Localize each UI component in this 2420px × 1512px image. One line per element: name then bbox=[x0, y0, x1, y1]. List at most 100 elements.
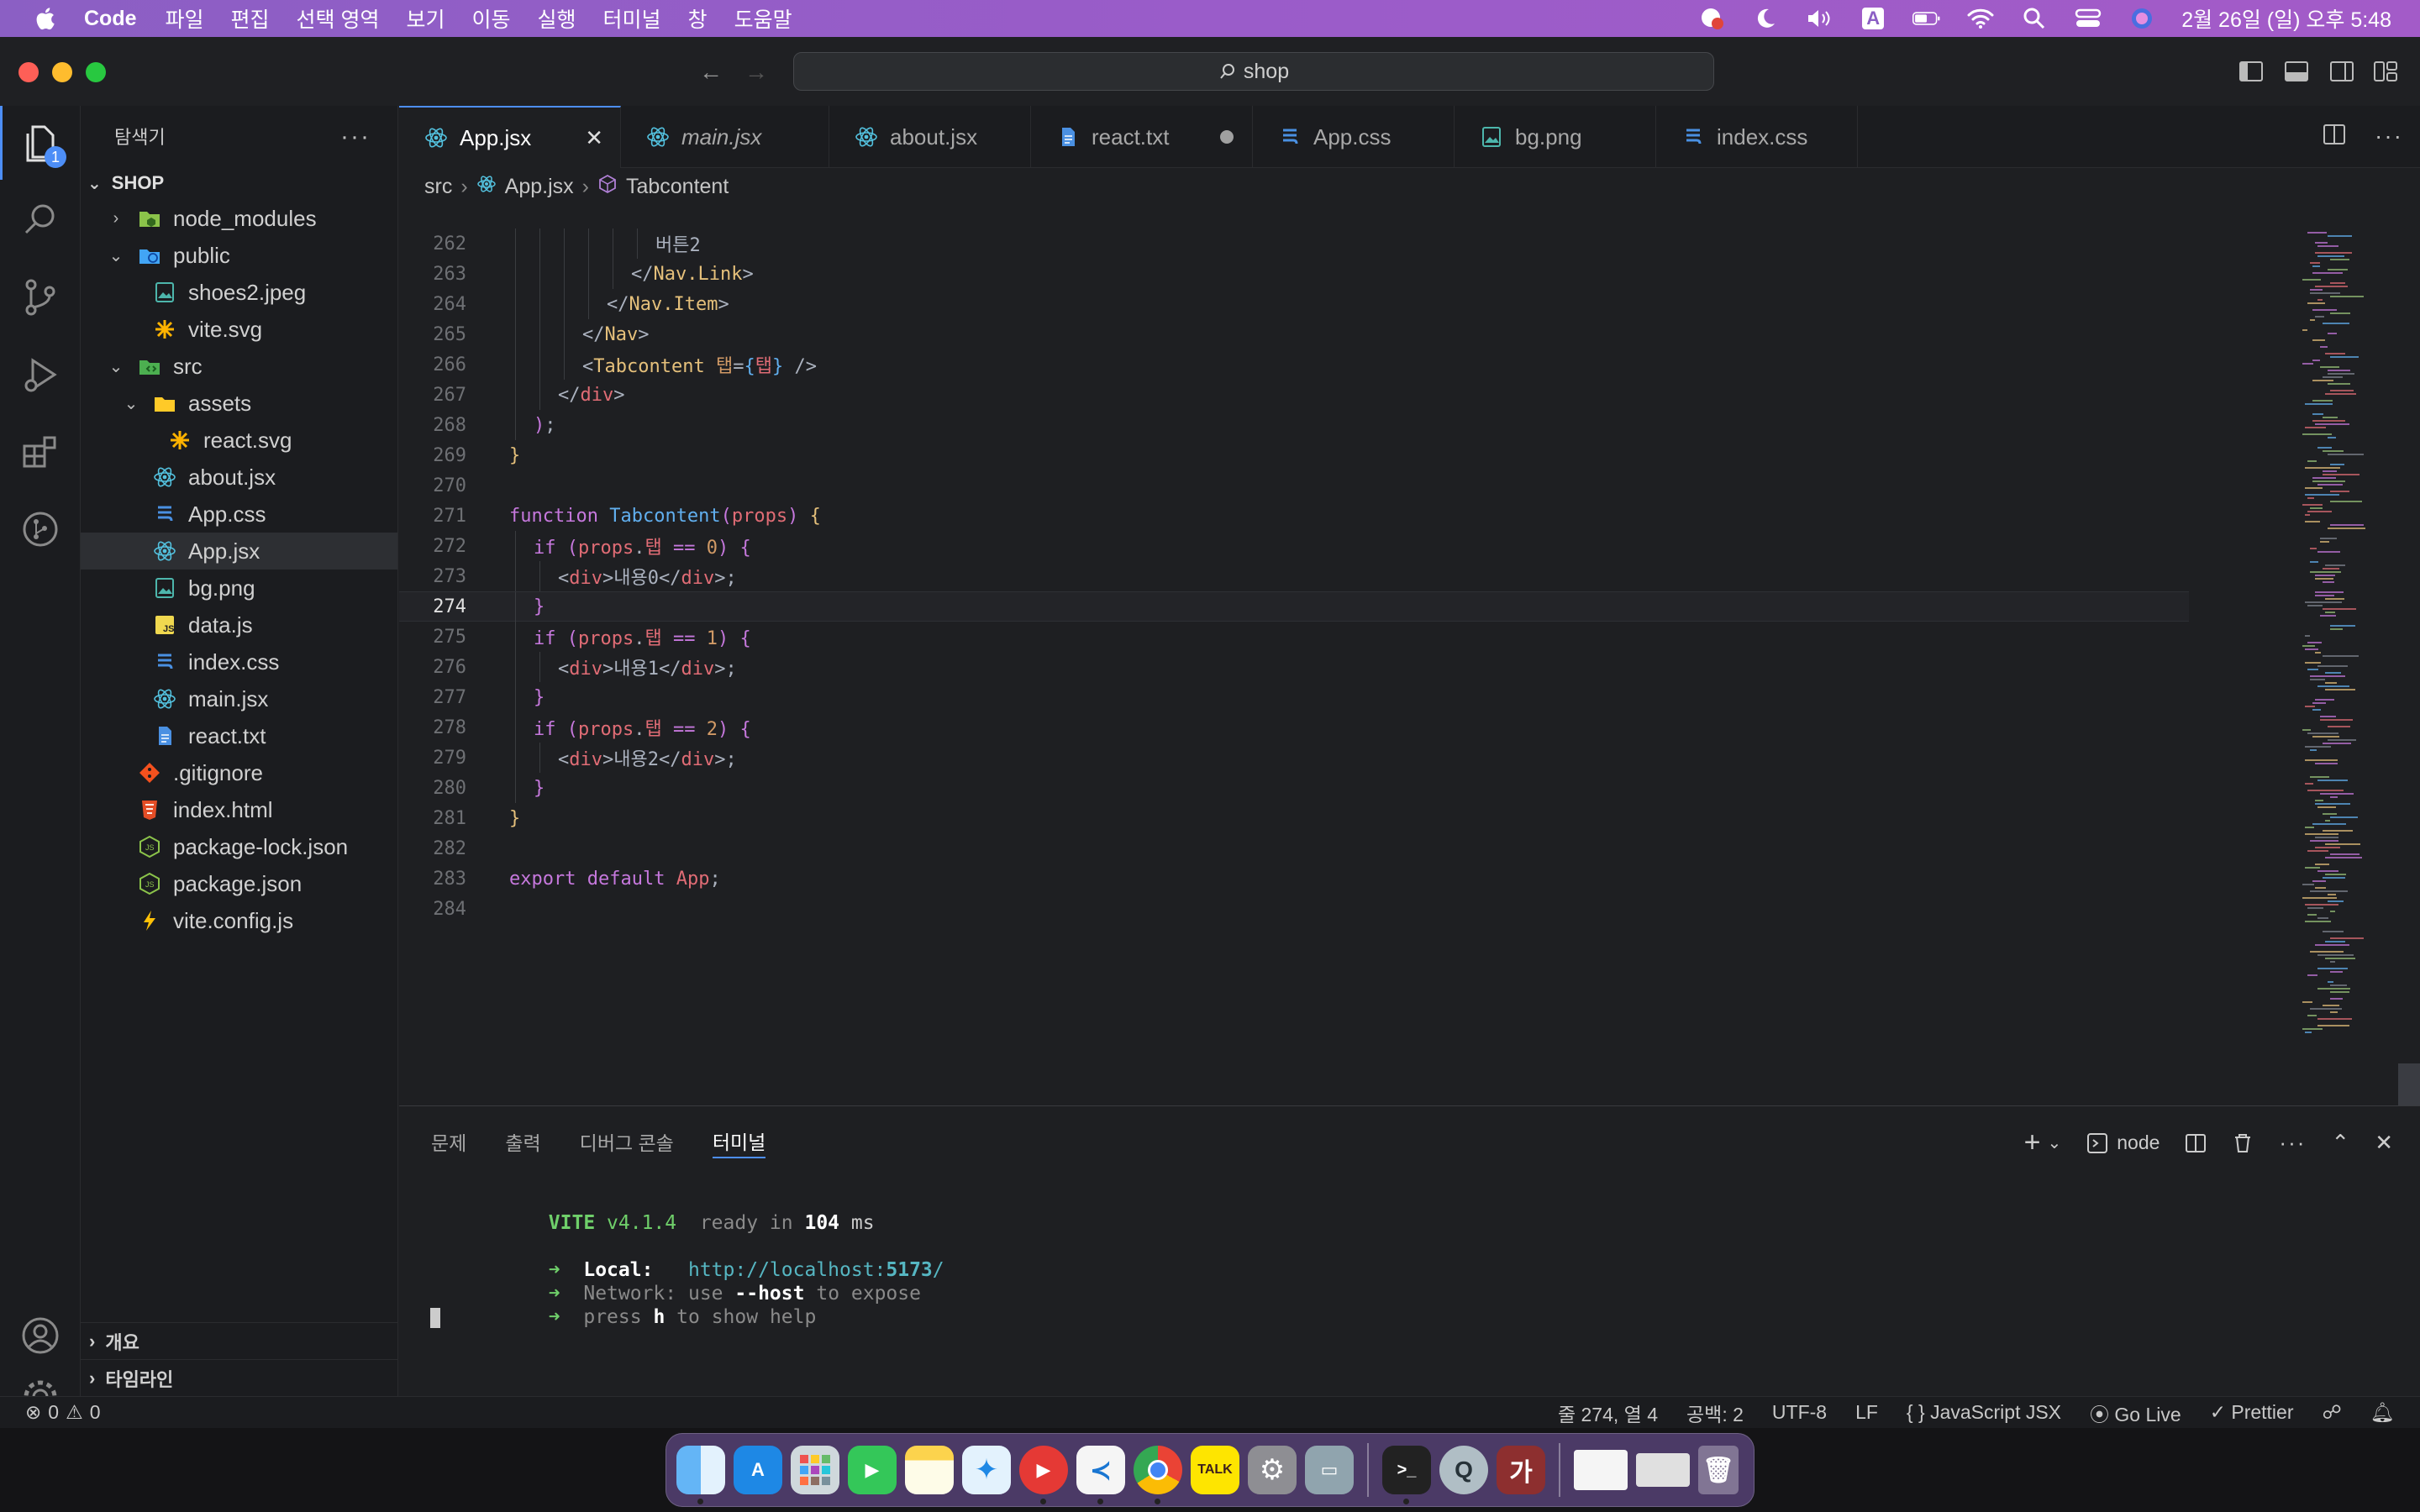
menu-view[interactable]: 보기 bbox=[406, 3, 445, 34]
tree-file[interactable]: .gitignore bbox=[81, 754, 397, 791]
siri-icon[interactable] bbox=[2128, 6, 2156, 31]
unsaved-dot-icon[interactable] bbox=[1220, 130, 1234, 144]
code-line[interactable]: 266 <Tabcontent 탭={탭} /> bbox=[399, 349, 2189, 380]
extensions-activity[interactable] bbox=[0, 415, 81, 489]
breadcrumb-symbol[interactable]: Tabcontent bbox=[626, 175, 729, 199]
quicktime-dock-icon[interactable]: Q bbox=[1439, 1446, 1488, 1494]
code-line[interactable]: 267 </div> bbox=[399, 380, 2189, 410]
notifications-bell-icon[interactable]: 🔔︎ bbox=[2370, 1401, 2395, 1424]
volume-icon[interactable] bbox=[1805, 6, 1833, 31]
app-store-dock-icon[interactable]: A bbox=[734, 1446, 782, 1494]
tree-file[interactable]: about.jsx bbox=[81, 459, 397, 496]
more-actions-icon[interactable]: ··· bbox=[2375, 123, 2403, 150]
toggle-primary-sidebar-icon[interactable] bbox=[2238, 60, 2264, 82]
problems-status[interactable]: ⊗ 0 ⚠ 0 bbox=[25, 1401, 101, 1424]
code-editor[interactable]: 262 버튼2 263 </Nav.Link> 264 </Nav.Item> 265 </N… bbox=[399, 228, 2189, 1105]
tree-file[interactable]: react.svg bbox=[81, 422, 397, 459]
new-terminal-icon[interactable]: + bbox=[2024, 1126, 2041, 1159]
menu-edit[interactable]: 편집 bbox=[231, 3, 270, 34]
encoding[interactable]: UTF-8 bbox=[1772, 1401, 1827, 1424]
battery-icon[interactable] bbox=[1912, 6, 1941, 31]
breadcrumb-file[interactable]: App.jsx bbox=[505, 175, 574, 199]
close-panel-icon[interactable]: ✕ bbox=[2375, 1130, 2393, 1156]
menu-go[interactable]: 이동 bbox=[472, 3, 511, 34]
toggle-panel-icon[interactable] bbox=[2284, 60, 2309, 82]
minimap[interactable] bbox=[2286, 228, 2403, 1068]
tree-file[interactable]: vite.config.js bbox=[81, 902, 397, 939]
tab-output[interactable]: 출력 bbox=[505, 1125, 540, 1158]
launchpad-dock-icon[interactable] bbox=[791, 1446, 839, 1494]
forward-arrow-icon[interactable]: → bbox=[744, 59, 768, 86]
local-url[interactable]: http://localhost:5173/ bbox=[688, 1259, 944, 1281]
more-actions-icon[interactable]: ··· bbox=[340, 123, 371, 151]
close-window-button[interactable] bbox=[18, 62, 39, 82]
code-line[interactable]: 278 if (props.탭 == 2) { bbox=[399, 712, 2189, 743]
editor-tab[interactable]: App.jsx ✕ bbox=[399, 106, 621, 168]
code-line[interactable]: 264 </Nav.Item> bbox=[399, 289, 2189, 319]
youtube-dock-icon[interactable]: ▶ bbox=[1019, 1446, 1068, 1504]
minimize-window-button[interactable] bbox=[52, 62, 72, 82]
control-center-icon[interactable] bbox=[2074, 6, 2102, 31]
tree-file[interactable]: bg.png bbox=[81, 570, 397, 606]
code-line[interactable]: 273 <div>내용0</div>; bbox=[399, 561, 2189, 591]
code-line[interactable]: 263 </Nav.Link> bbox=[399, 259, 2189, 289]
tree-file[interactable]: App.css bbox=[81, 496, 397, 533]
terminal-profile[interactable]: node bbox=[2086, 1131, 2160, 1154]
search-activity[interactable] bbox=[0, 183, 81, 257]
editor-tab[interactable]: App.css bbox=[1253, 106, 1455, 168]
accounts-activity[interactable] bbox=[0, 1299, 81, 1373]
code-line[interactable]: 262 버튼2 bbox=[399, 228, 2189, 259]
code-line[interactable]: 282 bbox=[399, 833, 2189, 864]
split-terminal-icon[interactable] bbox=[2185, 1132, 2207, 1154]
kakaotalk-dock-icon[interactable]: TALK bbox=[1191, 1446, 1239, 1494]
prettier[interactable]: ✓ Prettier bbox=[2210, 1401, 2294, 1424]
editor-tab[interactable]: main.jsx bbox=[621, 106, 829, 168]
outline-section-header[interactable]: › 개요 bbox=[81, 1322, 398, 1359]
tab-terminal[interactable]: 터미널 bbox=[712, 1125, 766, 1158]
tab-problems[interactable]: 문제 bbox=[431, 1125, 466, 1158]
code-line[interactable]: 270 bbox=[399, 470, 2189, 501]
tree-folder[interactable]: ⌄ assets bbox=[81, 385, 397, 422]
tree-file[interactable]: JS package.json bbox=[81, 865, 397, 902]
editor-tab[interactable]: about.jsx bbox=[829, 106, 1031, 168]
breadcrumb-folder[interactable]: src bbox=[424, 175, 452, 199]
terminal-output[interactable]: VITE v4.1.4 ready in 104 ms ➜ Local: htt… bbox=[399, 1177, 2420, 1331]
spotlight-icon[interactable] bbox=[2020, 6, 2049, 31]
menu-run[interactable]: 실행 bbox=[538, 3, 576, 34]
chrome-dock-icon[interactable] bbox=[1134, 1446, 1182, 1504]
remote-desktop-dock-icon[interactable]: ▭ bbox=[1305, 1446, 1354, 1494]
zoom-window-button[interactable] bbox=[86, 62, 106, 82]
tree-file[interactable]: index.html bbox=[81, 791, 397, 828]
finder-dock-icon[interactable] bbox=[676, 1446, 725, 1504]
tree-file[interactable]: vite.svg bbox=[81, 311, 397, 348]
apple-logo-icon[interactable] bbox=[34, 6, 55, 31]
code-line[interactable]: 283 export default App; bbox=[399, 864, 2189, 894]
back-arrow-icon[interactable]: ← bbox=[699, 59, 723, 86]
menu-terminal[interactable]: 터미널 bbox=[603, 3, 661, 34]
menubar-clock[interactable]: 2월 26일 (일) 오후 5:48 bbox=[2181, 3, 2391, 34]
dictionary-dock-icon[interactable]: 가 bbox=[1497, 1446, 1545, 1494]
minimized-window-thumbnail[interactable] bbox=[1574, 1450, 1628, 1490]
moon-icon[interactable] bbox=[1751, 6, 1780, 31]
more-actions-icon[interactable]: ··· bbox=[2279, 1130, 2306, 1156]
code-line[interactable]: 272 if (props.탭 == 0) { bbox=[399, 531, 2189, 561]
tree-file[interactable]: shoes2.jpeg bbox=[81, 274, 397, 311]
menu-window[interactable]: 창 bbox=[688, 3, 708, 34]
timeline-section-header[interactable]: › 타임라인 bbox=[81, 1359, 398, 1396]
language-mode[interactable]: { } JavaScript JSX bbox=[1907, 1401, 2061, 1424]
customize-layout-icon[interactable] bbox=[2373, 60, 2398, 82]
tree-file[interactable]: main.jsx bbox=[81, 680, 397, 717]
tree-file[interactable]: App.jsx bbox=[81, 533, 397, 570]
close-tab-icon[interactable]: ✕ bbox=[585, 125, 603, 151]
code-line[interactable]: 279 <div>내용2</div>; bbox=[399, 743, 2189, 773]
vscode-dock-icon[interactable]: ≺ bbox=[1076, 1446, 1125, 1504]
source-control-activity[interactable] bbox=[0, 260, 81, 334]
toggle-secondary-sidebar-icon[interactable] bbox=[2329, 60, 2354, 82]
code-line[interactable]: 281} bbox=[399, 803, 2189, 833]
wifi-icon[interactable] bbox=[1966, 6, 1995, 31]
tree-file[interactable]: index.css bbox=[81, 643, 397, 680]
tab-debug-console[interactable]: 디버그 콘솔 bbox=[580, 1125, 674, 1158]
editor-tab[interactable]: index.css bbox=[1656, 106, 1858, 168]
feedback-icon[interactable]: ☍ bbox=[2323, 1401, 2342, 1424]
tree-file[interactable]: react.txt bbox=[81, 717, 397, 754]
